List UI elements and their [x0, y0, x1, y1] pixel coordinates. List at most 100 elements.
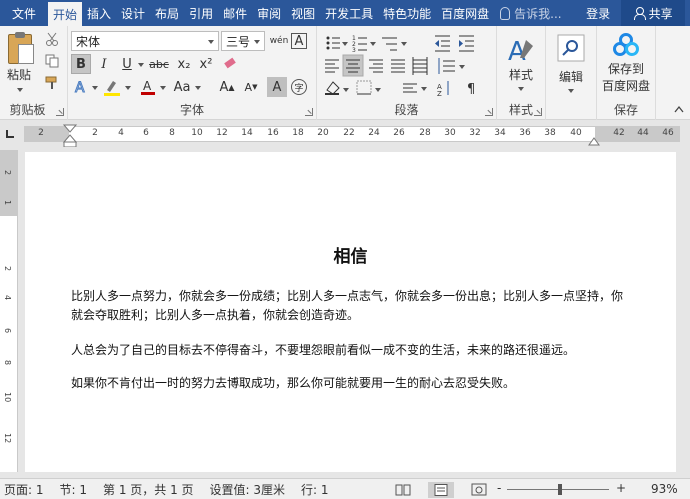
vruler-tick-label: 8	[3, 360, 12, 366]
font-name-select[interactable]: 宋体	[71, 31, 219, 51]
paste-button[interactable]: 粘贴	[0, 26, 40, 100]
phonetic-guide-button[interactable]: wén	[269, 31, 289, 51]
zoom-level[interactable]: 93%	[651, 482, 678, 496]
underline-button[interactable]: U	[117, 54, 137, 74]
tab-home[interactable]: 开始	[48, 2, 83, 26]
font-size-select[interactable]: 三号	[221, 31, 265, 51]
sort-button[interactable]	[434, 78, 452, 96]
tab-featured[interactable]: 特色功能	[378, 0, 436, 26]
chevron-down-icon[interactable]	[125, 86, 131, 90]
chevron-down-icon[interactable]	[160, 86, 166, 90]
line-spacing-button[interactable]	[436, 55, 466, 75]
align-center-button[interactable]	[343, 55, 363, 76]
styles-button[interactable]: A 样式	[499, 28, 543, 98]
bold-button[interactable]: B	[71, 54, 91, 74]
status-setting[interactable]: 设置值: 3厘米	[210, 481, 286, 498]
print-layout-button[interactable]	[428, 482, 454, 498]
tab-baidu-netdisk[interactable]: 百度网盘	[436, 0, 494, 26]
character-border-button[interactable]: A	[291, 33, 307, 49]
ruler-tick-label: 6	[143, 128, 149, 138]
tab-selector-icon[interactable]	[4, 128, 16, 140]
right-indent-marker-icon[interactable]	[588, 136, 600, 146]
ruler-tick-label: 2	[92, 128, 98, 138]
login-button[interactable]: 登录	[578, 0, 618, 26]
font-launcher-icon[interactable]	[305, 108, 313, 116]
zoom-slider-handle[interactable]	[558, 484, 562, 495]
borders-button[interactable]	[355, 78, 383, 96]
chinese-layout-button[interactable]	[401, 78, 429, 96]
strikethrough-button[interactable]: abc	[146, 54, 172, 74]
web-layout-button[interactable]	[466, 482, 492, 498]
editing-button[interactable]: 编辑	[550, 28, 592, 98]
align-right-button[interactable]	[366, 55, 386, 75]
vruler-tick-label: 12	[3, 433, 12, 444]
tab-insert[interactable]: 插入	[82, 0, 116, 26]
share-button[interactable]: 共享	[621, 0, 686, 26]
ruler-tick-label: 46	[662, 128, 674, 138]
vertical-ruler[interactable]: 2 1 2 4 6 8 10 12	[0, 150, 18, 472]
clear-formatting-button[interactable]	[220, 54, 240, 74]
text-effects-button[interactable]: A	[71, 77, 91, 97]
tab-layout[interactable]: 布局	[150, 0, 184, 26]
distributed-button[interactable]	[410, 55, 430, 75]
copy-button[interactable]	[43, 52, 61, 70]
ruler-tick-label: 42	[613, 128, 625, 138]
tab-design[interactable]: 设计	[116, 0, 150, 26]
tab-file[interactable]: 文件	[0, 0, 48, 26]
ruler-tick-label: 28	[419, 128, 431, 138]
shrink-font-button[interactable]: A ▼	[241, 77, 261, 97]
save-to-baidu-button[interactable]: 保存到 百度网盘	[597, 28, 655, 98]
format-painter-button[interactable]	[43, 74, 61, 92]
multilevel-list-button[interactable]	[379, 32, 401, 52]
chevron-down-icon[interactable]	[92, 86, 98, 90]
increase-indent-button[interactable]	[456, 32, 476, 52]
document-paragraph: 比别人多一点努力，你就会多一份成绩；比别人多一点志气，你就会多一份出息；比别人多…	[71, 289, 624, 322]
styles-icon: A	[508, 37, 533, 66]
chevron-down-icon	[568, 88, 574, 93]
shading-button[interactable]	[322, 78, 352, 96]
numbering-button[interactable]	[350, 32, 370, 52]
change-case-button[interactable]: Aa	[172, 77, 192, 97]
tab-references[interactable]: 引用	[184, 0, 218, 26]
paragraph-launcher-icon[interactable]	[485, 108, 493, 116]
subscript-button[interactable]: x₂	[174, 54, 194, 74]
show-formatting-button[interactable]	[463, 78, 481, 96]
tab-view[interactable]: 视图	[286, 0, 320, 26]
cut-button[interactable]	[43, 30, 61, 48]
ruler-tick-label: 22	[343, 128, 355, 138]
bullets-button[interactable]	[322, 32, 342, 52]
enclose-characters-button[interactable]: 字	[291, 79, 307, 95]
tab-mailings[interactable]: 邮件	[218, 0, 252, 26]
grow-font-button[interactable]: A ▲	[217, 77, 237, 97]
read-mode-button[interactable]	[390, 482, 416, 498]
italic-button[interactable]: I	[94, 54, 114, 74]
collapse-ribbon-button[interactable]	[672, 102, 686, 116]
status-page-count[interactable]: 第 1 页，共 1 页	[103, 481, 194, 498]
highlight-button[interactable]	[102, 77, 122, 97]
styles-launcher-icon[interactable]	[534, 108, 542, 116]
character-shading-button[interactable]: A	[267, 77, 287, 97]
tell-me-box[interactable]: 告诉我...	[500, 0, 572, 26]
paragraph-group-label: 段落	[394, 103, 419, 117]
tab-review[interactable]: 审阅	[252, 0, 286, 26]
ruler-tick-label: 26	[393, 128, 405, 138]
zoom-out-button[interactable]: -	[497, 481, 501, 495]
zoom-in-button[interactable]: +	[616, 481, 626, 495]
chevron-down-icon[interactable]	[138, 63, 144, 67]
tab-developer[interactable]: 开发工具	[320, 0, 378, 26]
status-page[interactable]: 页面: 1	[4, 481, 44, 498]
clipboard-launcher-icon[interactable]	[56, 108, 64, 116]
indent-markers-icon[interactable]	[63, 123, 77, 147]
paragraph-group: 123 AZ ¶ 段落	[317, 26, 497, 120]
status-section[interactable]: 节: 1	[60, 481, 88, 498]
horizontal-ruler[interactable]: 2 2 4 6 8 10 12 14 16 18 20 22 24 26 28 30 32 34 36 38 40 42 4…	[24, 126, 680, 142]
document-page[interactable]: 相信 比别人多一点努力，你就会多一份成绩；比别人多一点志气，你就会多一份出息；比…	[25, 152, 676, 472]
chevron-down-icon[interactable]	[195, 86, 201, 90]
font-size-value: 三号	[226, 34, 251, 49]
superscript-button[interactable]: x²	[196, 54, 216, 74]
decrease-indent-button[interactable]	[432, 32, 452, 52]
justify-button[interactable]	[388, 55, 408, 75]
align-left-button[interactable]	[322, 55, 342, 75]
status-line[interactable]: 行: 1	[301, 481, 329, 498]
font-color-button[interactable]: A	[138, 77, 158, 97]
